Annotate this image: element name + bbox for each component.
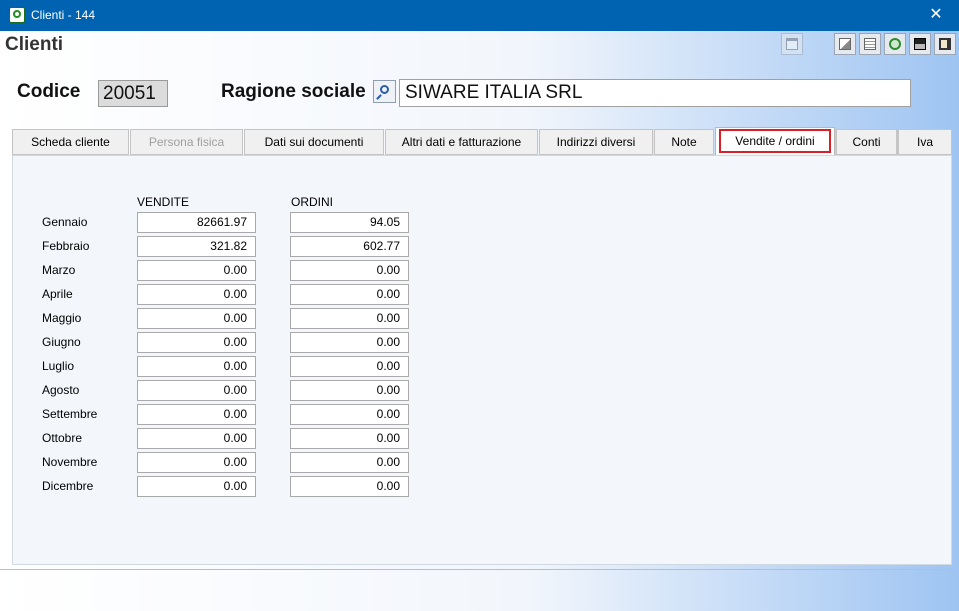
codice-field: 20051: [98, 80, 168, 107]
notes-icon-button[interactable]: [859, 33, 881, 55]
column-header-vendite: VENDITE: [137, 195, 190, 209]
document-icon-button[interactable]: [781, 33, 803, 55]
search-button[interactable]: [373, 80, 396, 103]
vendite-field[interactable]: 0.00: [137, 260, 256, 281]
month-label: Agosto: [42, 383, 80, 397]
ragione-sociale-label: Ragione sociale: [221, 81, 366, 102]
close-window-button[interactable]: ✕: [913, 0, 959, 31]
ordini-field[interactable]: 0.00: [290, 356, 409, 377]
ordini-field[interactable]: 0.00: [290, 380, 409, 401]
tab-conti[interactable]: Conti: [836, 129, 897, 155]
tab-altri-dati-fatturazione[interactable]: Altri dati e fatturazione: [385, 129, 538, 155]
ordini-field[interactable]: 0.00: [290, 428, 409, 449]
month-label: Giugno: [42, 335, 81, 349]
vendite-field[interactable]: 0.00: [137, 452, 256, 473]
month-label: Febbraio: [42, 239, 90, 253]
status-bar: [0, 569, 959, 611]
form-area: Clienti Codice 20051 Ragione sociale SIW…: [0, 31, 959, 569]
month-label: Ottobre: [42, 431, 83, 445]
ordini-field[interactable]: 0.00: [290, 404, 409, 425]
vendite-field[interactable]: 0.00: [137, 476, 256, 497]
vendite-field[interactable]: 321.82: [137, 236, 256, 257]
vendite-field[interactable]: 0.00: [137, 332, 256, 353]
tab-vendite-ordini[interactable]: Vendite / ordini: [715, 127, 835, 155]
edit-icon: [839, 38, 851, 50]
vendite-field[interactable]: 0.00: [137, 380, 256, 401]
month-label: Gennaio: [42, 215, 88, 229]
column-header-ordini: ORDINI: [291, 195, 333, 209]
exit-icon: [939, 38, 951, 50]
ragione-sociale-input[interactable]: SIWARE ITALIA SRL: [399, 79, 911, 107]
tab-dati-sui-documenti[interactable]: Dati sui documenti: [244, 129, 384, 155]
month-label: Maggio: [42, 311, 82, 325]
ordini-field[interactable]: 0.00: [290, 260, 409, 281]
codice-label: Codice: [17, 81, 81, 102]
recycle-icon-button[interactable]: [884, 33, 906, 55]
ordini-field[interactable]: 602.77: [290, 236, 409, 257]
month-label: Luglio: [42, 359, 75, 373]
window-titlebar: Clienti - 144 ✕: [0, 0, 959, 31]
edit-icon-button[interactable]: [834, 33, 856, 55]
vendite-field[interactable]: 0.00: [137, 308, 256, 329]
ordini-field[interactable]: 94.05: [290, 212, 409, 233]
window-title: Clienti - 144: [31, 8, 96, 22]
notes-icon: [864, 38, 876, 50]
month-label: Novembre: [42, 455, 98, 469]
vendite-field[interactable]: 0.00: [137, 356, 256, 377]
tab-persona-fisica: Persona fisica: [130, 129, 243, 155]
tab-iva[interactable]: Iva: [898, 129, 952, 155]
document-icon: [786, 38, 798, 50]
vendite-field[interactable]: 82661.97: [137, 212, 256, 233]
save-icon-button[interactable]: [909, 33, 931, 55]
save-icon: [914, 38, 926, 50]
vendite-field[interactable]: 0.00: [137, 284, 256, 305]
vendite-field[interactable]: 0.00: [137, 428, 256, 449]
form-title: Clienti: [5, 34, 64, 55]
month-label: Dicembre: [42, 479, 94, 493]
ordini-field[interactable]: 0.00: [290, 284, 409, 305]
ordini-field[interactable]: 0.00: [290, 332, 409, 353]
recycle-icon: [889, 38, 901, 50]
tab-scheda-cliente[interactable]: Scheda cliente: [12, 129, 129, 155]
tab-note[interactable]: Note: [654, 129, 714, 155]
tab-indirizzi-diversi[interactable]: Indirizzi diversi: [539, 129, 653, 155]
vendite-field[interactable]: 0.00: [137, 404, 256, 425]
month-label: Settembre: [42, 407, 98, 421]
vendite-ordini-panel: VENDITE ORDINI Gennaio 82661.97 94.05 Fe…: [12, 155, 952, 565]
ordini-field[interactable]: 0.00: [290, 452, 409, 473]
exit-icon-button[interactable]: [934, 33, 956, 55]
month-label: Aprile: [42, 287, 73, 301]
search-icon: [380, 85, 389, 94]
app-logo-icon: [9, 7, 25, 23]
month-label: Marzo: [42, 263, 76, 277]
ordini-field[interactable]: 0.00: [290, 476, 409, 497]
ordini-field[interactable]: 0.00: [290, 308, 409, 329]
